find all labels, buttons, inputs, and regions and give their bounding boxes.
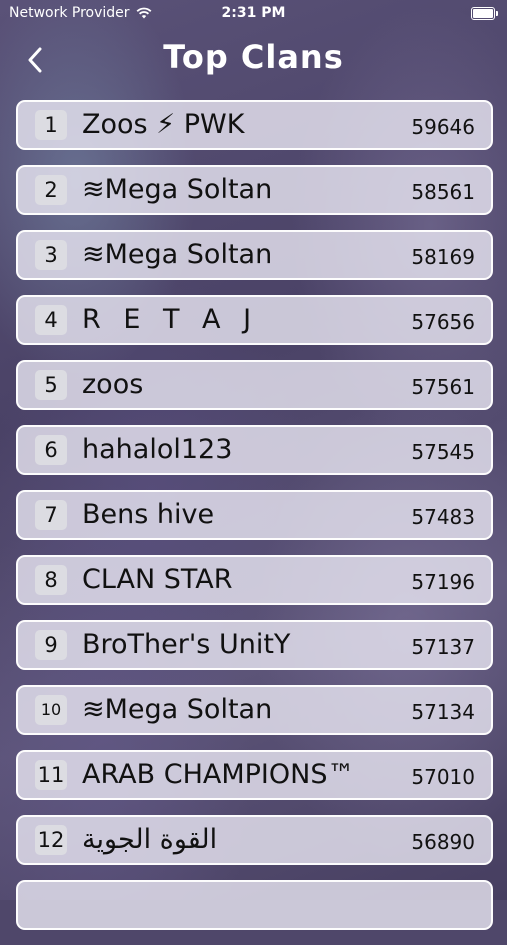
clan-row-1[interactable]: 1 Zoos ⚡ PWK 59646 [16,100,493,150]
clan-score: 58561 [411,180,475,204]
clan-row-6[interactable]: 6 hahalol123 57545 [16,425,493,475]
rank-badge: 2 [35,175,67,205]
clan-list: 1 Zoos ⚡ PWK 59646 2 ≋Mega Soltan 58561 … [16,100,493,945]
clan-score: 57134 [411,700,475,724]
rank-badge: 1 [35,110,67,140]
clan-score: 59646 [411,115,475,139]
rank-badge: 6 [35,435,67,465]
clan-row-11[interactable]: 11 ARAB CHAMPIONS™ 57010 [16,750,493,800]
clan-row-7[interactable]: 7 Bens hive 57483 [16,490,493,540]
navigation-bar: Top Clans [0,28,507,92]
clan-name: BroTher's UnitY [82,629,291,660]
clan-name: Bens hive [82,499,215,530]
clan-row-3[interactable]: 3 ≋Mega Soltan 58169 [16,230,493,280]
rank-badge: 10 [35,695,67,725]
clan-name: R E T A J [82,304,259,335]
rank-badge: 3 [35,240,67,270]
clan-row-10[interactable]: 10 ≋Mega Soltan 57134 [16,685,493,735]
clan-name: ARAB CHAMPIONS™ [82,759,355,790]
clan-row-12[interactable]: 12 القوة الجوية 56890 [16,815,493,865]
status-time: 2:31 PM [221,5,286,21]
clan-score: 56890 [411,830,475,854]
rank-badge: 5 [35,370,67,400]
clan-row-8[interactable]: 8 CLAN STAR 57196 [16,555,493,605]
clan-name: القوة الجوية [82,824,218,855]
clan-row-9[interactable]: 9 BroTher's UnitY 57137 [16,620,493,670]
page-title: Top Clans [163,38,344,76]
clan-score: 57656 [411,310,475,334]
clan-name: CLAN STAR [82,564,233,595]
clan-score: 57545 [411,440,475,464]
status-bar: Network Provider 2:31 PM [0,0,507,28]
battery-icon [471,7,498,20]
rank-badge: 11 [35,760,67,790]
clan-row-4[interactable]: 4 R E T A J 57656 [16,295,493,345]
clan-score: 57010 [411,765,475,789]
clan-name: Zoos ⚡ PWK [82,109,245,140]
clan-row-partial[interactable] [16,880,493,930]
rank-badge: 9 [35,630,67,660]
clan-score: 58169 [411,245,475,269]
clan-score: 57196 [411,570,475,594]
clan-name: hahalol123 [82,434,233,465]
rank-badge: 12 [35,825,67,855]
clan-name: zoos [82,369,144,400]
clan-name: ≋Mega Soltan [82,694,273,725]
clan-score: 57483 [411,505,475,529]
clan-row-5[interactable]: 5 zoos 57561 [16,360,493,410]
rank-badge: 8 [35,565,67,595]
clan-score: 57561 [411,375,475,399]
rank-badge: 7 [35,500,67,530]
clan-name: ≋Mega Soltan [82,174,273,205]
clan-score: 57137 [411,635,475,659]
rank-badge: 4 [35,305,67,335]
clan-row-2[interactable]: 2 ≋Mega Soltan 58561 [16,165,493,215]
clan-name: ≋Mega Soltan [82,239,273,270]
